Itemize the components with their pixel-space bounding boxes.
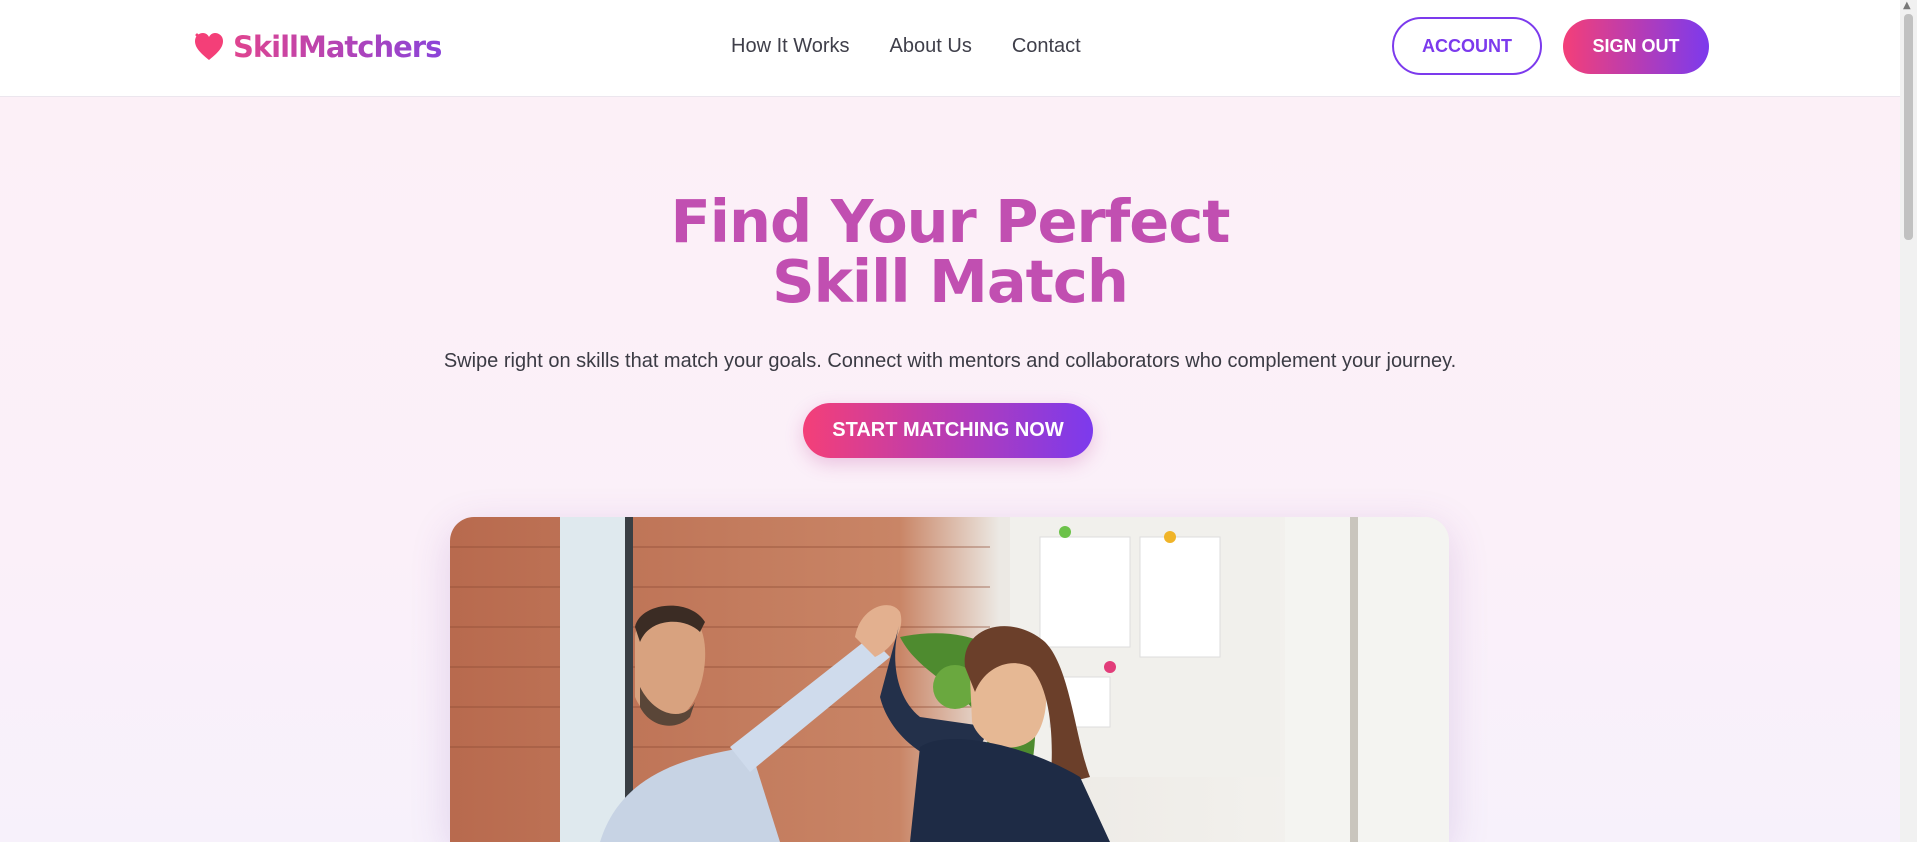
- heart-icon: [195, 33, 223, 60]
- site-header: SkillMatchers How It Works About Us Cont…: [0, 0, 1900, 97]
- start-matching-button[interactable]: START MATCHING NOW: [803, 403, 1093, 458]
- hero-image: [450, 517, 1449, 842]
- nav-about-us[interactable]: About Us: [890, 35, 972, 58]
- office-high-five-photo: [450, 517, 1449, 842]
- main-nav: How It Works About Us Contact: [731, 35, 1081, 58]
- nav-how-it-works[interactable]: How It Works: [731, 35, 850, 58]
- scroll-up-icon[interactable]: ▲: [1903, 0, 1911, 11]
- brand-name: SkillMatchers: [233, 30, 442, 64]
- hero-title-line-1: Find Your Perfect: [670, 187, 1231, 256]
- sign-out-button[interactable]: SIGN OUT: [1563, 19, 1709, 74]
- hero-title: Find Your Perfect Skill Match: [0, 192, 1900, 312]
- brand-logo[interactable]: SkillMatchers: [193, 30, 442, 64]
- scrollbar-thumb[interactable]: [1904, 14, 1913, 240]
- nav-contact[interactable]: Contact: [1012, 35, 1081, 58]
- hero-title-line-2: Skill Match: [772, 247, 1129, 316]
- hero-subtitle: Swipe right on skills that match your go…: [443, 350, 1457, 372]
- account-button[interactable]: ACCOUNT: [1392, 17, 1542, 75]
- page-scrollbar[interactable]: ▲: [1900, 0, 1917, 842]
